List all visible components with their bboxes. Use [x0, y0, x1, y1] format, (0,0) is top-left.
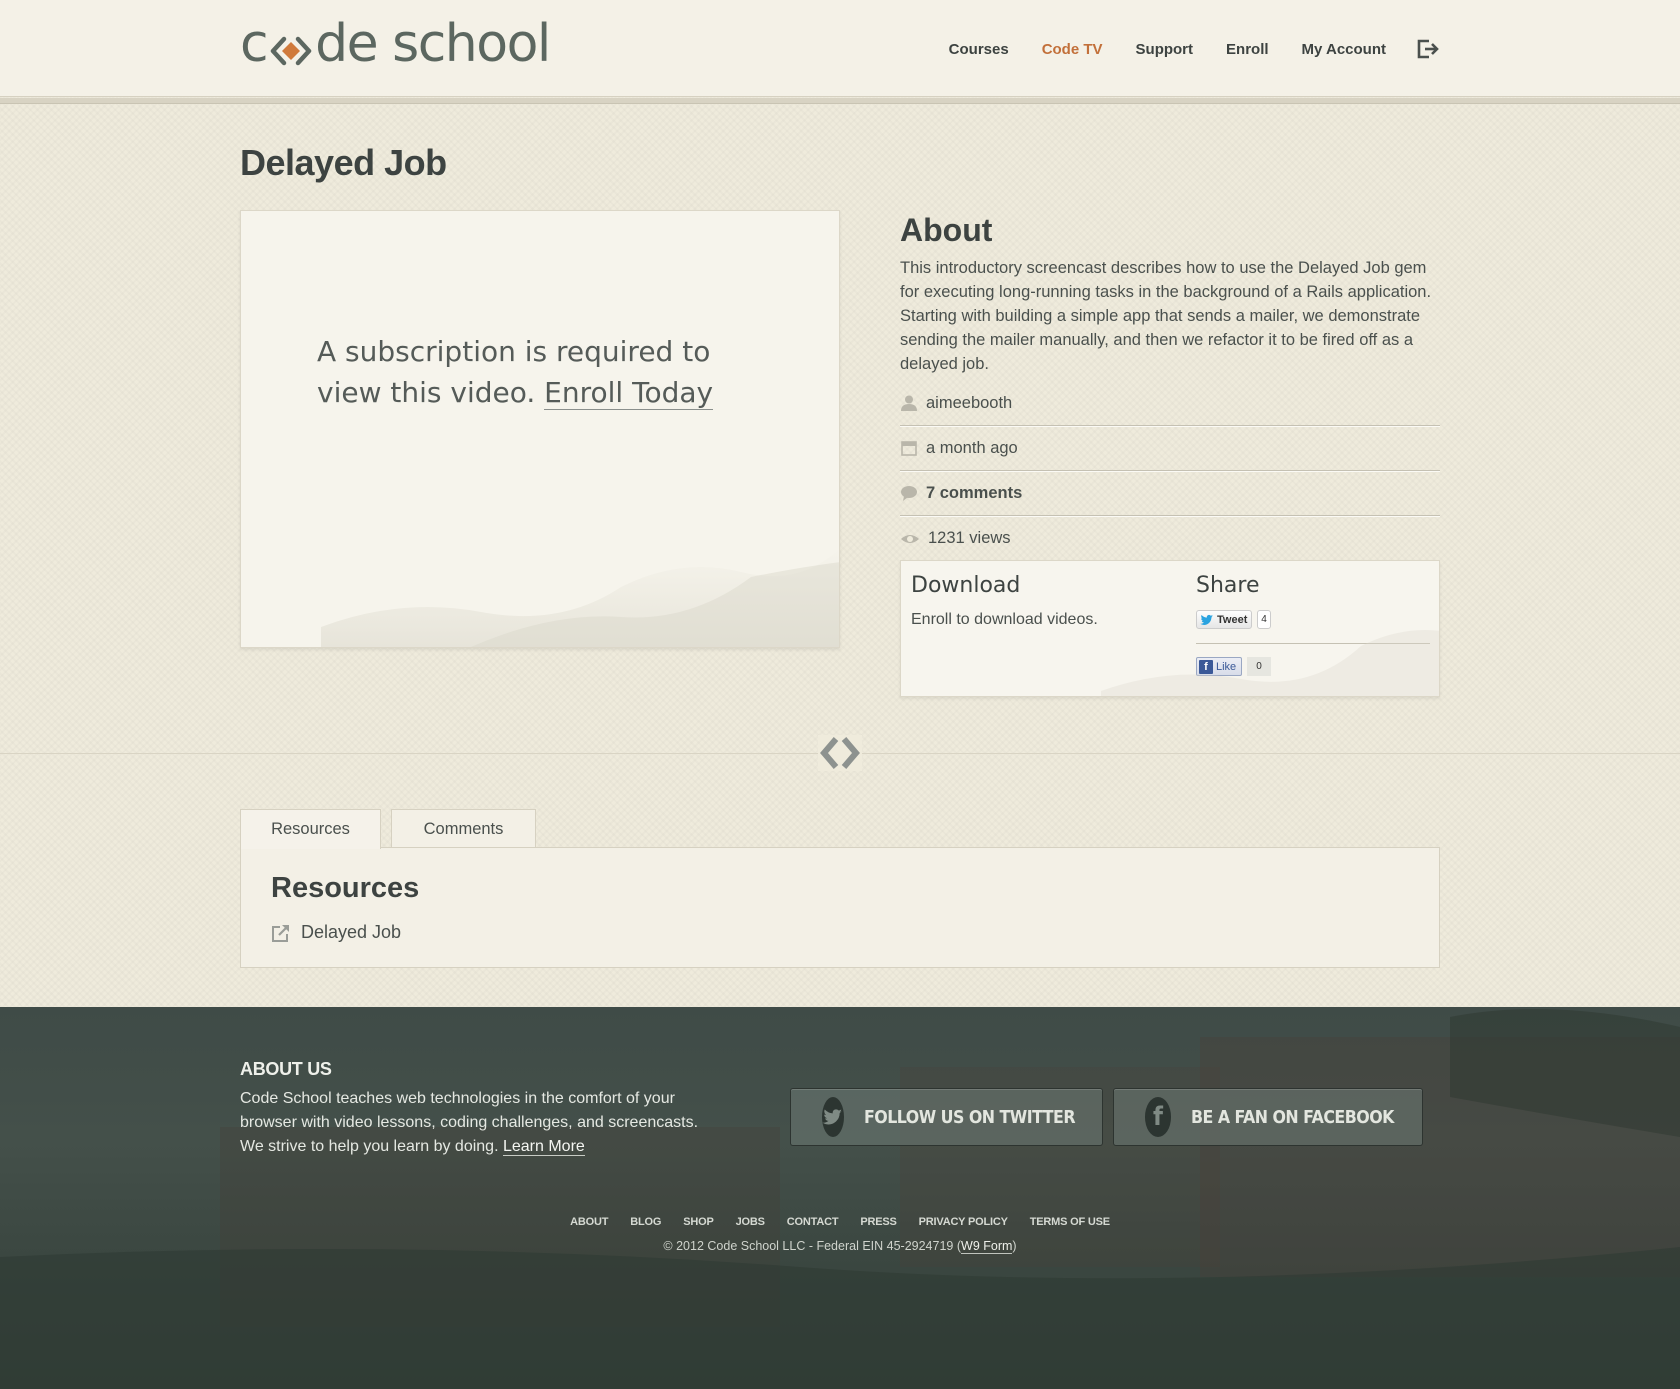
- code-school-logo[interactable]: c de school: [240, 14, 551, 74]
- copyright-text: © 2012 Code School LLC - Federal EIN 45-…: [663, 1239, 962, 1253]
- facebook-fan-button[interactable]: f BE A FAN ON FACEBOOK: [1113, 1088, 1423, 1146]
- copyright-end: ): [1012, 1239, 1017, 1253]
- download-share-box: Download Enroll to download videos. Shar…: [900, 560, 1440, 697]
- posted-date: a month ago: [926, 438, 1018, 457]
- site-header: c de school Courses Code TV Support Enro…: [0, 0, 1680, 97]
- download-text: Enroll to download videos.: [911, 611, 1098, 628]
- footer-link-shop[interactable]: SHOP: [683, 1216, 714, 1228]
- footer-about-text: Code School teaches web technologies in …: [240, 1087, 710, 1159]
- user-icon: [900, 394, 918, 412]
- meta-date: a month ago: [900, 426, 1440, 471]
- logo-text-c: c: [240, 14, 269, 74]
- twitter-icon: [822, 1097, 844, 1137]
- footer-link-terms[interactable]: TERMS OF USE: [1030, 1216, 1110, 1228]
- about-description: This introductory screencast describes h…: [900, 259, 1432, 373]
- tab-resources[interactable]: Resources: [240, 809, 381, 849]
- enroll-today-link[interactable]: Enroll Today: [544, 376, 714, 410]
- author-name[interactable]: aimeebooth: [926, 394, 1012, 413]
- meta-author: aimeebooth: [900, 381, 1440, 426]
- views-count: 1231 views: [928, 529, 1011, 547]
- eye-icon: [900, 530, 920, 548]
- footer-about-title: ABOUT US: [240, 1059, 332, 1079]
- main-nav: Courses Code TV Support Enroll My Accoun…: [916, 38, 1440, 60]
- footer-about-description: Code School teaches web technologies in …: [240, 1090, 699, 1155]
- tab-comments[interactable]: Comments: [391, 809, 536, 848]
- subscription-message: A subscription is required to view this …: [317, 331, 737, 413]
- comments-count[interactable]: 7 comments: [926, 484, 1022, 503]
- resource-link[interactable]: Delayed Job: [271, 922, 401, 943]
- resources-title: Resources: [271, 872, 420, 904]
- calendar-icon: [900, 439, 918, 457]
- footer-link-jobs[interactable]: JOBS: [736, 1216, 765, 1228]
- footer-link-press[interactable]: PRESS: [860, 1216, 896, 1228]
- external-link-icon: [271, 923, 291, 943]
- nav-code-tv[interactable]: Code TV: [1042, 41, 1103, 58]
- speech-bubble-icon: [900, 484, 918, 502]
- nav-support[interactable]: Support: [1136, 41, 1194, 58]
- logo-brackets-icon: [268, 24, 314, 66]
- footer-links: ABOUT BLOG SHOP JOBS CONTACT PRESS PRIVA…: [0, 1216, 1680, 1228]
- page-title: Delayed Job: [240, 142, 447, 183]
- divider-brackets-icon: [818, 735, 862, 771]
- footer-link-about[interactable]: ABOUT: [570, 1216, 608, 1228]
- nav-my-account[interactable]: My Account: [1302, 41, 1386, 58]
- site-footer: ABOUT US Code School teaches web technol…: [0, 1007, 1680, 1389]
- logo-text-rest: de school: [315, 14, 551, 74]
- resources-panel: Resources Delayed Job: [240, 847, 1440, 968]
- footer-link-privacy[interactable]: PRIVACY POLICY: [919, 1216, 1008, 1228]
- about-title: About: [900, 212, 993, 248]
- share-box-mist-decoration: [1101, 630, 1439, 696]
- facebook-circle-icon: f: [1145, 1097, 1172, 1137]
- twitter-button-label: FOLLOW US ON TWITTER: [864, 1106, 1076, 1128]
- download-title: Download: [911, 573, 1021, 598]
- nav-courses[interactable]: Courses: [949, 41, 1009, 58]
- meta-views: 1231 views: [900, 516, 1440, 561]
- facebook-button-label: BE A FAN ON FACEBOOK: [1191, 1106, 1395, 1128]
- sign-out-icon[interactable]: [1416, 38, 1440, 60]
- footer-link-contact[interactable]: CONTACT: [787, 1216, 839, 1228]
- learn-more-link[interactable]: Learn More: [502, 1138, 585, 1156]
- video-player-placeholder: A subscription is required to view this …: [240, 210, 840, 648]
- header-rule: [0, 98, 1680, 104]
- mountain-mist-decoration: [321, 548, 839, 647]
- footer-link-blog[interactable]: BLOG: [630, 1216, 661, 1228]
- w9-form-link[interactable]: W9 Form: [961, 1239, 1013, 1254]
- follow-twitter-button[interactable]: FOLLOW US ON TWITTER: [790, 1088, 1103, 1146]
- resource-label: Delayed Job: [301, 922, 402, 942]
- meta-comments: 7 comments: [900, 471, 1440, 516]
- copyright: © 2012 Code School LLC - Federal EIN 45-…: [0, 1239, 1680, 1254]
- nav-enroll[interactable]: Enroll: [1226, 41, 1269, 58]
